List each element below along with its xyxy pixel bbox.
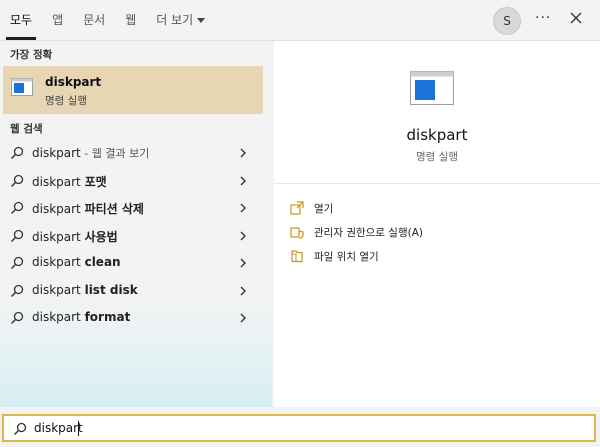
list-item[interactable]: diskpart 사용법 [0, 222, 272, 250]
search-icon [14, 422, 27, 435]
web-search-list: diskpart - 웹 결과 보기 diskpart 포맷 diskpart … [0, 139, 272, 332]
search-icon [11, 146, 24, 159]
best-match-type: 명령 실행 [45, 95, 87, 107]
web-suggestion-suffix: clean [84, 255, 121, 269]
web-suggestion-text: diskpart format [32, 310, 130, 324]
divider [274, 183, 600, 184]
tab-more-label: 더 보기 [156, 13, 194, 27]
more-options-button[interactable]: ··· [535, 10, 551, 26]
chevron-right-icon[interactable] [238, 257, 248, 269]
search-box[interactable] [2, 414, 596, 442]
tab-apps-label: 앱 [52, 13, 64, 27]
search-icon [11, 201, 24, 214]
close-icon[interactable] [567, 9, 585, 27]
best-match-heading: 가장 정확 [10, 49, 53, 61]
web-suggestion-text: diskpart 포맷 [32, 173, 107, 190]
tab-documents[interactable]: 문서 [73, 0, 115, 40]
web-suggestion-query: diskpart [32, 310, 85, 324]
web-suggestion-text: diskpart list disk [32, 283, 138, 297]
results-pane: 가장 정확 diskpart 명령 실행 웹 검색 diskpart - 웹 결… [0, 41, 272, 407]
tab-apps[interactable]: 앱 [42, 0, 73, 40]
run-as-admin-label: 관리자 권한으로 실행(A) [314, 227, 423, 239]
chevron-right-icon[interactable] [238, 175, 248, 187]
filter-tabs: 모두 앱 문서 웹 더 보기 [0, 0, 215, 40]
preview-pane: diskpart 명령 실행 열기 관리자 권한으로 실행(A) 파일 위치 열… [274, 41, 600, 407]
web-search-heading: 웹 검색 [10, 123, 43, 135]
web-suggestion-suffix: 파티션 삭제 [84, 202, 144, 216]
search-input[interactable] [34, 418, 574, 438]
web-suggestion-suffix: 사용법 [84, 229, 118, 244]
search-icon [11, 256, 24, 269]
preview-app-type: 명령 실행 [416, 151, 458, 163]
app-window-icon [410, 71, 454, 105]
web-suggestion-suffix: format [84, 310, 131, 324]
list-item[interactable]: diskpart list disk [0, 277, 272, 305]
web-suggestion-text: diskpart 사용법 [32, 228, 118, 245]
text-cursor [78, 421, 79, 436]
open-file-location-label: 파일 위치 열기 [314, 251, 379, 263]
tab-more[interactable]: 더 보기 [146, 0, 215, 40]
preview-app-name: diskpart [406, 126, 468, 144]
web-suggestion-note: - 웹 결과 보기 [80, 147, 150, 160]
best-match-name: diskpart [45, 75, 102, 89]
shield-icon [290, 227, 304, 239]
tab-all[interactable]: 모두 [0, 0, 42, 40]
chevron-right-icon[interactable] [238, 312, 248, 324]
open-action-label: 열기 [314, 203, 334, 215]
web-suggestion-query: diskpart [32, 146, 81, 160]
best-match-item[interactable]: diskpart 명령 실행 [3, 66, 263, 114]
search-icon [11, 311, 24, 324]
folder-icon [291, 250, 303, 263]
list-item[interactable]: diskpart format [0, 304, 272, 332]
web-suggestion-suffix: 포맷 [84, 174, 107, 189]
web-suggestion-query: diskpart [32, 282, 85, 297]
chevron-right-icon[interactable] [238, 147, 248, 159]
tab-web[interactable]: 웹 [115, 0, 146, 40]
chevron-right-icon[interactable] [238, 230, 248, 242]
list-item[interactable]: diskpart clean [0, 249, 272, 277]
chevron-down-icon [197, 18, 206, 23]
tab-documents-label: 문서 [83, 13, 106, 27]
search-icon [11, 174, 24, 187]
search-icon [11, 284, 24, 297]
web-suggestion-query: diskpart [32, 229, 85, 244]
open-icon [290, 201, 304, 215]
app-window-icon [11, 78, 33, 96]
tab-web-label: 웹 [125, 13, 137, 27]
list-item[interactable]: diskpart 파티션 삭제 [0, 194, 272, 222]
list-item[interactable]: diskpart - 웹 결과 보기 [0, 139, 272, 167]
web-suggestion-text: diskpart - 웹 결과 보기 [32, 145, 149, 161]
web-suggestion-query: diskpart [32, 202, 85, 216]
web-suggestion-suffix: list disk [84, 282, 138, 297]
tab-all-label: 모두 [10, 13, 33, 27]
web-suggestion-query: diskpart [32, 255, 85, 269]
web-suggestion-text: diskpart clean [32, 255, 121, 269]
chevron-right-icon[interactable] [238, 285, 248, 297]
list-item[interactable]: diskpart 포맷 [0, 167, 272, 195]
chevron-right-icon[interactable] [238, 202, 248, 214]
web-suggestion-query: diskpart [32, 174, 85, 189]
top-bar: 모두 앱 문서 웹 더 보기 S ··· [0, 0, 600, 41]
search-icon [11, 229, 24, 242]
avatar[interactable]: S [493, 7, 521, 35]
web-suggestion-text: diskpart 파티션 삭제 [32, 200, 144, 217]
